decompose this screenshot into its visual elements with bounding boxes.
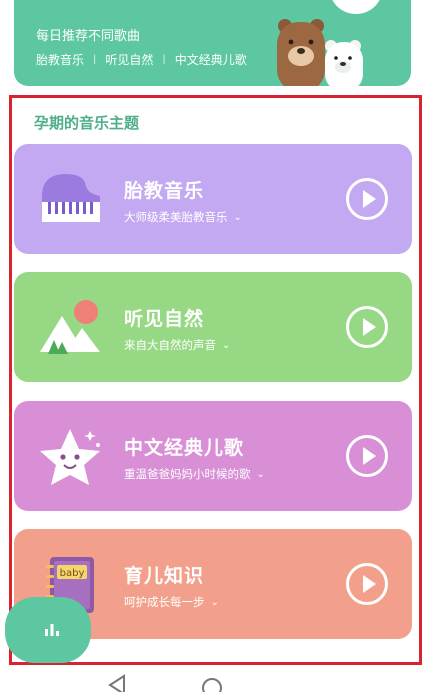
card-title: 听见自然 [124,308,205,330]
banner-title: 每日推荐不同歌曲 [36,29,141,44]
chevron-down-icon: ⌄ [233,211,242,223]
section-title: 孕期的音乐主题 [34,114,140,132]
card-title: 胎教音乐 [124,180,205,202]
theme-card-nature[interactable]: 听见自然 来自大自然的声音 ⌄ [14,272,412,382]
banner-separator: | [162,54,166,65]
banner-category[interactable]: 听见自然 [105,51,153,68]
card-subtitle[interactable]: 重温爸爸妈妈小时候的歌 ⌄ [124,466,265,482]
banner-separator: | [93,54,97,65]
card-subtitle-text: 来自大自然的声音 [124,338,216,352]
banner-categories: 胎教音乐 | 听见自然 | 中文经典儿歌 [36,51,247,68]
theme-card-prenatal-music[interactable]: 胎教音乐 大师级柔美胎教音乐 ⌄ [14,144,412,254]
chevron-down-icon: ⌄ [210,596,219,608]
music-stats-button[interactable] [5,597,91,663]
card-subtitle[interactable]: 大师级柔美胎教音乐 ⌄ [124,209,242,225]
baby-label: baby [60,568,85,579]
card-subtitle[interactable]: 来自大自然的声音 ⌄ [124,337,230,353]
home-icon[interactable] [202,678,222,692]
chevron-down-icon: ⌄ [256,468,265,480]
card-subtitle-text: 重温爸爸妈妈小时候的歌 [124,467,251,481]
nature-mountain-icon [40,300,100,354]
bar-chart-icon [45,624,59,636]
star-face-icon [40,429,100,485]
theme-card-children-songs[interactable]: 中文经典儿歌 重温爸爸妈妈小时候的歌 ⌄ [14,401,412,511]
system-navigation-bar [0,668,435,692]
banner-category[interactable]: 中文经典儿歌 [175,51,247,68]
play-button[interactable] [346,435,388,477]
play-button[interactable] [346,306,388,348]
recommend-banner[interactable]: 每日推荐不同歌曲 胎教音乐 | 听见自然 | 中文经典儿歌 [14,0,411,86]
card-subtitle-text: 大师级柔美胎教音乐 [124,210,228,224]
play-button[interactable] [346,178,388,220]
bears-illustration [277,19,363,86]
card-title: 育儿知识 [124,565,205,587]
card-title: 中文经典儿歌 [124,437,245,459]
card-subtitle[interactable]: 呵护成长每一步 ⌄ [124,594,219,610]
piano-icon [42,174,100,222]
chevron-down-icon: ⌄ [222,339,231,351]
card-subtitle-text: 呵护成长每一步 [124,595,205,609]
banner-category[interactable]: 胎教音乐 [36,51,84,68]
back-icon[interactable] [106,674,128,692]
play-button[interactable] [346,563,388,605]
